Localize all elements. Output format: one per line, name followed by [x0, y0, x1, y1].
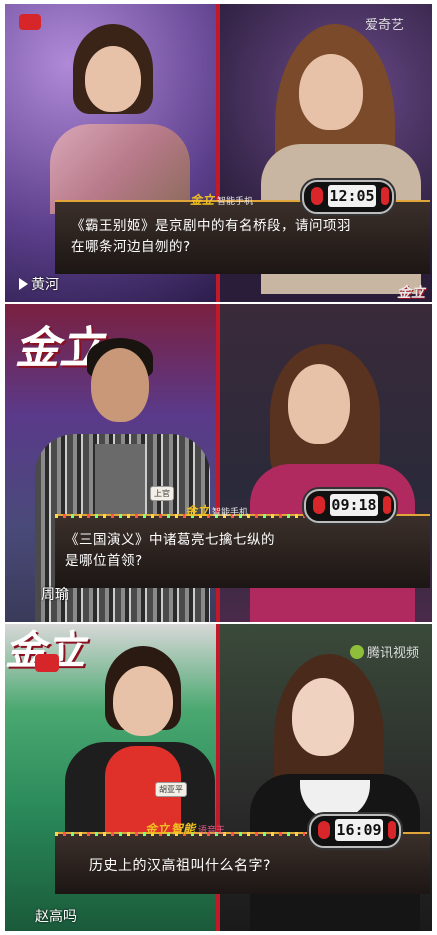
- station-logo-icon: [19, 14, 41, 30]
- name-tag: 胡亚平: [155, 782, 187, 797]
- question-text: 历史上的汉高祖叫什么名字?: [89, 858, 271, 874]
- timer-digits: 12:05: [328, 185, 376, 207]
- video-frame-3: 金立 腾讯视频 胡亚平 金立 智能 语音王 16:09 历史上的汉高祖叫什么名字? …: [5, 624, 432, 931]
- video-frame-2: 金立 上官 金立 智能手机 09:18 《三国演义》中诸葛亮七擒七纵的 是哪位首领…: [5, 304, 432, 622]
- sponsor-corner-logo: 金立: [397, 285, 425, 301]
- contestant-left: [45, 24, 195, 214]
- name-tag: 上官: [150, 486, 174, 501]
- station-logo-icon: [35, 654, 59, 672]
- play-icon: [19, 278, 28, 290]
- video-frame-1: 爱奇艺 金立 智能手机 12:05 《霸王别姬》是京剧中的有名桥段，请问项羽 在哪…: [5, 4, 432, 302]
- decorative-lights: [55, 514, 305, 518]
- countdown-timer: 12:05: [302, 180, 394, 214]
- timer-digits: 09:18: [330, 494, 378, 516]
- countdown-timer: 16:09: [309, 814, 401, 848]
- sponsor-logo: 金立 智能手机: [190, 193, 254, 207]
- timer-digits: 16:09: [335, 819, 383, 841]
- question-text: 《霸王别姬》是京剧中的有名桥段，请问项羽 在哪条河边自刎的?: [71, 218, 351, 255]
- answer-caption: 周瑜: [41, 587, 69, 603]
- answer-caption: 黄河: [19, 274, 59, 294]
- countdown-timer: 09:18: [304, 489, 396, 523]
- question-text: 《三国演义》中诸葛亮七擒七纵的 是哪位首领?: [65, 532, 275, 569]
- answer-caption: 赵高吗: [35, 909, 77, 925]
- sponsor-logo: 金立 智能 语音王: [145, 822, 226, 836]
- sponsor-logo: 金立 智能手机: [185, 504, 249, 518]
